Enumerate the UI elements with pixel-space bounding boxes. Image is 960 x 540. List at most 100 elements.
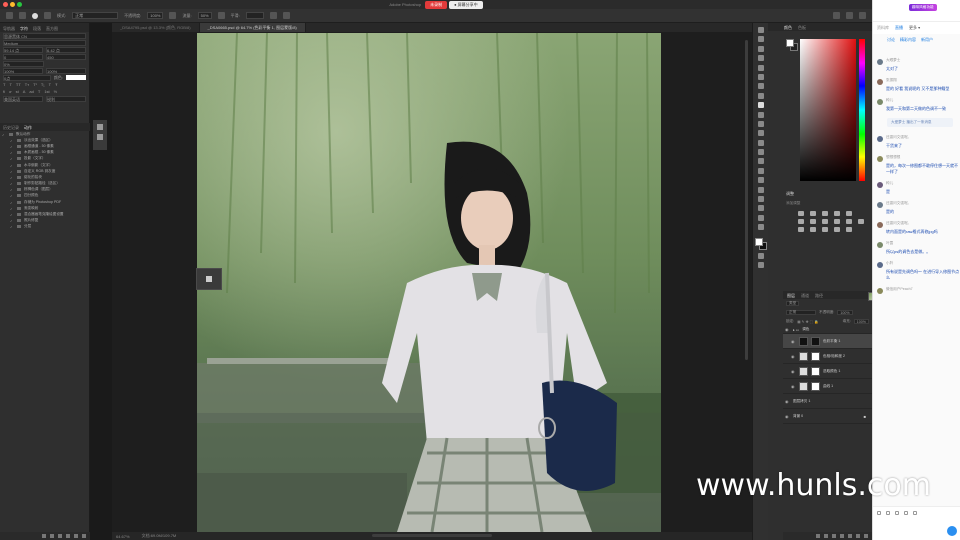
subtab-discussion[interactable]: 讨论	[887, 37, 895, 43]
action-toggle-check[interactable]: ✓	[10, 176, 13, 180]
action-toggle-check[interactable]: ✓	[10, 139, 13, 143]
color-lookup-icon[interactable]	[858, 219, 864, 224]
mention-icon[interactable]	[904, 511, 908, 515]
layer-row[interactable]: ◉ 背景 0 ■	[783, 292, 877, 424]
language-select[interactable]: 美国英语	[3, 95, 43, 102]
tab-color[interactable]: 颜色	[784, 25, 792, 30]
layer-row[interactable]: ◉ 曲线 1	[783, 379, 872, 394]
shape-tool-icon[interactable]	[757, 196, 764, 203]
avatar[interactable]	[877, 59, 883, 65]
kerning-field[interactable]: 0	[3, 53, 43, 60]
marquee-tool-icon[interactable]	[757, 36, 764, 43]
healing-tool-icon[interactable]	[757, 92, 764, 99]
lasso-tool-icon[interactable]	[757, 45, 764, 52]
chat-username[interactable]: 想想想想	[886, 155, 960, 160]
layer-row[interactable]: ◉ 色彩平衡 1	[783, 334, 872, 349]
fill-field[interactable]: 100%	[853, 319, 869, 324]
eye-icon[interactable]: ◉	[791, 339, 796, 344]
posterize-icon[interactable]	[810, 227, 816, 232]
emoji-icon[interactable]	[877, 511, 881, 515]
subtab-highlights[interactable]: 精彩内容	[900, 37, 916, 43]
mask-icon[interactable]	[832, 534, 836, 538]
frame-tool-icon[interactable]	[757, 73, 764, 80]
adjustment-icon[interactable]	[799, 366, 808, 376]
airbrush-icon[interactable]	[217, 12, 225, 19]
play-icon[interactable]	[58, 534, 62, 538]
pen-tool-icon[interactable]	[757, 167, 764, 174]
action-toggle-check[interactable]: ✓	[2, 133, 5, 137]
color-balance-icon[interactable]	[810, 219, 816, 224]
path-select-tool-icon[interactable]	[757, 186, 764, 193]
chat-username[interactable]: 叶霞	[886, 241, 960, 246]
bw-icon[interactable]	[822, 219, 828, 224]
hand-tool-icon[interactable]	[757, 205, 764, 212]
gradient-tool-icon[interactable]	[757, 139, 764, 146]
folder-icon[interactable]: ▸ ▭	[793, 328, 799, 332]
symmetry-icon[interactable]	[282, 12, 290, 19]
strikethrough-button[interactable]: Ŧ	[55, 82, 57, 87]
pressure-opacity-icon[interactable]	[169, 12, 177, 19]
blend-mode-select[interactable]: 正常	[786, 310, 816, 315]
fraction-half-button[interactable]: ½	[54, 89, 57, 94]
blur-tool-icon[interactable]	[757, 149, 764, 156]
layer-mask-thumbnail[interactable]	[811, 336, 820, 346]
new-action-icon[interactable]	[74, 534, 78, 538]
screen-share-badge[interactable]: ● 屏幕分享中	[449, 0, 483, 9]
action-toggle-check[interactable]: ✓	[10, 170, 13, 174]
document-photo[interactable]	[197, 33, 661, 532]
antialias-select[interactable]: 锐利	[46, 95, 86, 102]
eye-icon[interactable]: ◉	[791, 354, 796, 359]
layer-mask-thumbnail[interactable]	[811, 366, 820, 376]
image-icon[interactable]	[886, 511, 890, 515]
feature-badge[interactable]: 趣味风格功能	[909, 4, 937, 11]
tab-character[interactable]: 字符	[20, 26, 28, 31]
group-icon[interactable]	[848, 534, 852, 538]
adjustment-icon[interactable]	[799, 336, 808, 346]
adjustment-icon[interactable]	[799, 351, 808, 361]
tab-swatches[interactable]: 色板	[798, 25, 806, 30]
superscript-button[interactable]: T¹	[33, 82, 37, 87]
stamp-tool-icon[interactable]	[757, 111, 764, 118]
record-icon[interactable]	[50, 534, 54, 538]
font-size-field[interactable]: 59.14 点	[3, 46, 43, 53]
zoom-window-button[interactable]	[17, 2, 22, 7]
avatar[interactable]	[877, 222, 883, 228]
zoom-level[interactable]: 64.67%	[116, 534, 130, 539]
tab-paths[interactable]: 路径	[815, 293, 823, 298]
photo-filter-icon[interactable]	[834, 219, 840, 224]
all-caps-button[interactable]: TT	[16, 82, 21, 87]
old-style-button[interactable]: ơ	[9, 89, 12, 94]
titling-button[interactable]: ad	[29, 89, 33, 94]
dodge-tool-icon[interactable]	[757, 158, 764, 165]
scale-v-field[interactable]: 0%	[3, 60, 44, 67]
exposure-icon[interactable]	[834, 211, 840, 216]
threshold-icon[interactable]	[822, 227, 828, 232]
crop-tool-icon[interactable]	[757, 64, 764, 71]
folder-icon[interactable]	[895, 511, 899, 515]
eye-icon[interactable]: ◉	[785, 399, 790, 404]
invert-icon[interactable]	[798, 227, 804, 232]
avatar[interactable]	[877, 99, 883, 105]
vibrance-icon[interactable]	[846, 211, 852, 216]
subscript-button[interactable]: T₁	[41, 82, 45, 87]
action-toggle-check[interactable]: ✓	[10, 194, 13, 198]
brush-settings-icon[interactable]	[44, 12, 51, 19]
layer-row[interactable]: ◉ 色相/饱和度 2	[783, 349, 872, 364]
avatar[interactable]	[877, 79, 883, 85]
chat-username[interactable]: 张振翔	[886, 78, 960, 83]
underline-button[interactable]: T	[49, 82, 51, 87]
baseline-field[interactable]: 0点	[3, 74, 51, 81]
avatar[interactable]	[877, 262, 883, 268]
screen-mode-icon[interactable]	[757, 262, 764, 269]
tab-channels[interactable]: 通道	[801, 293, 809, 298]
avatar[interactable]	[877, 242, 883, 248]
quick-mask-icon[interactable]	[757, 252, 764, 259]
tab-paragraph[interactable]: 段落	[33, 26, 41, 31]
alternates-button[interactable]: A	[23, 89, 26, 94]
chat-username[interactable]: 还香问文强呢。	[886, 201, 960, 206]
flow-field[interactable]: 50%	[197, 12, 212, 19]
chat-username[interactable]: 大眼萝士	[886, 58, 960, 63]
channel-mixer-icon[interactable]	[846, 219, 852, 224]
recording-badge[interactable]: 未录制	[425, 0, 448, 9]
action-toggle-check[interactable]: ✓	[10, 182, 13, 186]
